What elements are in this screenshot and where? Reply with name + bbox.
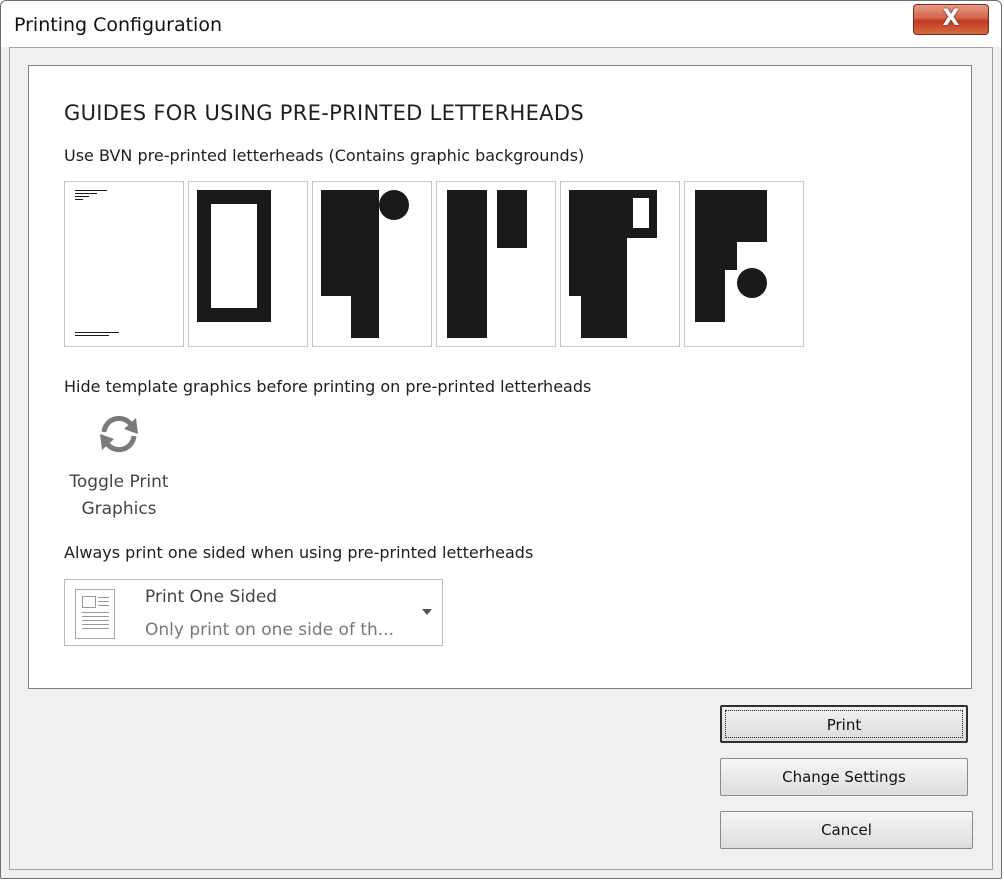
letterheads-label: Use BVN pre-printed letterheads (Contain…	[64, 146, 585, 165]
print-button-label: Print	[725, 710, 963, 738]
print-mode-subtitle: Only print on one side of th...	[145, 620, 394, 640]
bar-graphic	[447, 190, 487, 338]
hide-graphics-label: Hide template graphics before printing o…	[64, 377, 592, 396]
block-graphic	[581, 296, 627, 338]
refresh-icon	[100, 415, 138, 453]
close-icon: X	[942, 6, 960, 31]
block-graphic	[569, 238, 627, 296]
block-graphic	[321, 190, 379, 296]
block-graphic	[725, 242, 737, 270]
text-line	[75, 193, 97, 194]
toggle-label-line1: Toggle Print	[69, 472, 169, 492]
close-button[interactable]: X	[913, 4, 989, 35]
footer-line	[75, 335, 109, 336]
cancel-button[interactable]: Cancel	[720, 811, 973, 849]
print-mode-title: Print One Sided	[145, 587, 278, 607]
text-line	[75, 190, 107, 191]
print-button[interactable]: Print	[720, 705, 968, 743]
window-cutout	[633, 198, 649, 228]
window-title: Printing Configuration	[14, 14, 222, 36]
letterhead-block-dot-thumbnail[interactable]	[684, 181, 804, 347]
dialog-client-area: GUIDES FOR USING PRE-PRINTED LETTERHEADS…	[9, 47, 993, 870]
title-bar: Printing Configuration X	[1, 1, 1001, 47]
block-graphic	[351, 296, 379, 338]
printing-configuration-dialog: Printing Configuration X GUIDES FOR USIN…	[0, 0, 1002, 879]
guide-panel: GUIDES FOR USING PRE-PRINTED LETTERHEADS…	[28, 65, 972, 689]
circle-graphic	[737, 268, 767, 298]
toggle-print-graphics-button[interactable]: Toggle Print Graphics	[59, 410, 179, 523]
panel-heading: GUIDES FOR USING PRE-PRINTED LETTERHEADS	[64, 101, 584, 125]
block-graphic	[695, 242, 725, 322]
chevron-down-icon[interactable]	[422, 609, 432, 615]
letterhead-bars-thumbnail[interactable]	[436, 181, 556, 347]
letterhead-frame-thumbnail[interactable]	[188, 181, 308, 347]
letterhead-block-circle-thumbnail[interactable]	[312, 181, 432, 347]
change-settings-button[interactable]: Change Settings	[720, 758, 968, 796]
frame-inner	[211, 204, 257, 308]
text-line	[75, 196, 89, 197]
print-mode-dropdown[interactable]: Print One Sided Only print on one side o…	[64, 579, 443, 646]
toggle-label-line2: Graphics	[81, 499, 157, 519]
bar-graphic	[497, 190, 527, 248]
block-graphic	[695, 190, 767, 242]
document-icon	[75, 589, 115, 639]
footer-line	[75, 332, 119, 333]
letterhead-plain-thumbnail[interactable]	[64, 181, 184, 347]
one-sided-label: Always print one sided when using pre-pr…	[64, 543, 534, 562]
circle-graphic	[379, 190, 409, 220]
letterhead-block-window-thumbnail[interactable]	[560, 181, 680, 347]
text-line	[75, 199, 83, 200]
